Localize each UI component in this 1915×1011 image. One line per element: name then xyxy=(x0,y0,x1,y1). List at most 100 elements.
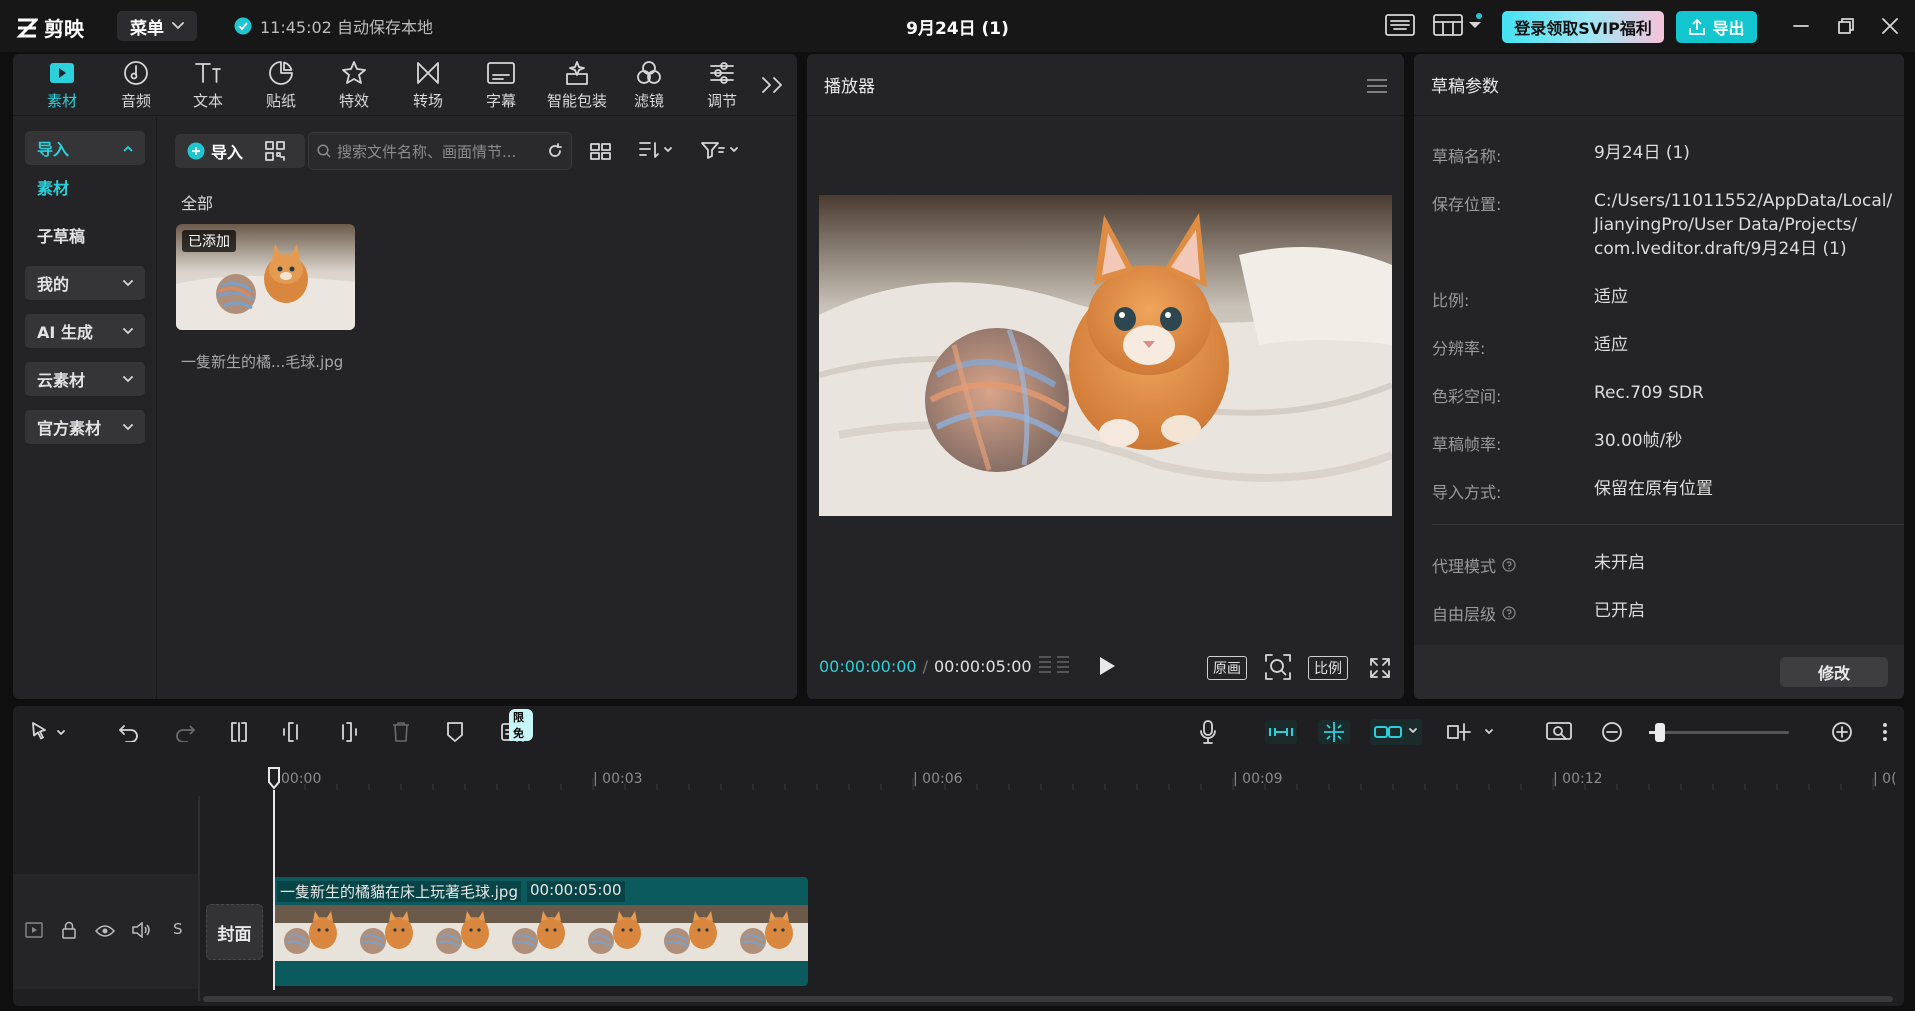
sticker-icon xyxy=(269,61,293,85)
timeline-scrollbar[interactable] xyxy=(203,996,1893,1002)
zoom-in-icon[interactable] xyxy=(1827,706,1857,758)
eye-icon[interactable] xyxy=(95,924,115,938)
restore-icon[interactable] xyxy=(1838,18,1854,34)
svip-promo-button[interactable]: 登录领取SVIP福利 xyxy=(1502,11,1664,43)
tab-audio[interactable]: 音频 xyxy=(101,60,171,114)
tab-transition[interactable]: 转场 xyxy=(393,60,463,114)
effects-icon xyxy=(342,61,366,84)
preview-axis-tool[interactable] xyxy=(1445,706,1499,758)
player-header: 播放器 xyxy=(807,54,1404,116)
volume-icon[interactable] xyxy=(131,922,151,938)
more-options-icon[interactable] xyxy=(1875,706,1895,758)
tab-media[interactable]: 素材 xyxy=(27,60,97,114)
sidebar-sub-draft[interactable]: 子草稿 xyxy=(25,218,145,252)
export-button[interactable]: 导出 xyxy=(1676,11,1757,43)
current-time: 00:00:00:00 xyxy=(819,657,917,676)
zoom-slider[interactable] xyxy=(1649,723,1789,742)
tab-text[interactable]: 文本 xyxy=(173,60,243,114)
plus-circle-icon xyxy=(187,142,205,160)
prop-value: 适应 xyxy=(1594,335,1628,355)
prop-value: Rec.709 SDR xyxy=(1594,383,1704,403)
tab-sticker[interactable]: 贴纸 xyxy=(246,60,316,114)
marker-icon[interactable] xyxy=(441,706,469,758)
chevron-down-icon xyxy=(123,327,133,334)
frame-grid-icon[interactable] xyxy=(1037,654,1071,678)
search-box[interactable]: 搜索文件名称、画面情节... xyxy=(308,132,572,170)
main-track-magnet-icon[interactable] xyxy=(1263,706,1299,758)
qr-import-icon[interactable] xyxy=(265,141,285,161)
auto-snap-icon[interactable] xyxy=(1316,706,1352,758)
sidebar-import[interactable]: 导入 xyxy=(25,131,145,165)
original-quality-button[interactable]: 原画 xyxy=(1207,656,1247,680)
trim-right-icon[interactable] xyxy=(333,706,361,758)
video-clip[interactable]: 一隻新生的橘貓在床上玩著毛球.jpg 00:00:05:00 xyxy=(273,877,808,986)
auto-caption-tool[interactable]: 限免 xyxy=(493,706,533,758)
view-mode-icon[interactable] xyxy=(590,142,612,160)
menu-label: 菜单 xyxy=(130,18,164,39)
tab-effects[interactable]: 特效 xyxy=(319,60,389,114)
close-icon[interactable] xyxy=(1882,18,1898,34)
help-icon[interactable] xyxy=(1502,606,1516,620)
menu-button[interactable]: 菜单 xyxy=(117,11,197,41)
select-tool[interactable] xyxy=(25,706,73,758)
minimize-icon[interactable] xyxy=(1793,18,1809,34)
more-tabs-icon[interactable] xyxy=(761,76,785,94)
linkage-tool[interactable] xyxy=(1369,706,1423,758)
sidebar-cloud[interactable]: 云素材 xyxy=(25,362,145,396)
import-button[interactable]: 导入 xyxy=(175,134,255,168)
ruler-tick: 00:00 xyxy=(281,771,322,787)
ruler-tick: | 00:12 xyxy=(1553,771,1603,787)
sidebar-ai[interactable]: AI 生成 xyxy=(25,314,145,348)
player-title: 播放器 xyxy=(824,77,875,97)
tab-label: 字幕 xyxy=(485,92,516,110)
chevron-down-icon xyxy=(123,375,133,382)
playhead-handle[interactable] xyxy=(267,766,281,790)
layout-icon[interactable] xyxy=(1433,13,1483,37)
prop-value: 9月24日 (1) xyxy=(1594,143,1690,163)
app-logo: 剪映 xyxy=(16,13,84,42)
filter-sort-icon[interactable] xyxy=(700,140,740,160)
redo-icon[interactable] xyxy=(171,706,199,758)
delete-icon[interactable] xyxy=(387,706,415,758)
sidebar-media[interactable]: 素材 xyxy=(25,170,145,204)
track-video-icon[interactable] xyxy=(25,922,43,938)
video-preview[interactable] xyxy=(819,195,1392,516)
play-icon[interactable] xyxy=(1097,655,1117,677)
solo-toggle[interactable]: S xyxy=(173,920,183,938)
section-all: 全部 xyxy=(181,194,214,213)
sidebar-official[interactable]: 官方素材 xyxy=(25,410,145,444)
tab-adjust[interactable]: 调节 xyxy=(687,60,757,114)
zoom-fit-icon[interactable] xyxy=(1264,653,1292,681)
transition-icon xyxy=(417,62,439,84)
free-layer-label: 自由层级 xyxy=(1432,601,1516,625)
media-item[interactable]: 已添加 xyxy=(176,224,355,330)
tab-smart-pack[interactable]: 智能包装 xyxy=(539,60,615,114)
undo-icon[interactable] xyxy=(115,706,143,758)
zoom-out-icon[interactable] xyxy=(1597,706,1627,758)
cover-button[interactable]: 封面 xyxy=(206,904,263,960)
fullscreen-icon[interactable] xyxy=(1369,657,1391,679)
tab-label: 音频 xyxy=(120,92,151,110)
aspect-ratio-button[interactable]: 比例 xyxy=(1308,656,1348,680)
refresh-icon[interactable] xyxy=(547,143,563,159)
text-icon xyxy=(195,63,221,83)
shortcuts-icon[interactable] xyxy=(1385,14,1415,36)
sidebar-mine[interactable]: 我的 xyxy=(25,266,145,300)
prop-label: 导入方式: xyxy=(1432,483,1502,502)
tab-caption[interactable]: 字幕 xyxy=(466,60,536,114)
link-icon xyxy=(1370,719,1422,745)
tab-filter[interactable]: 滤镜 xyxy=(614,60,684,114)
zoom-slider-thumb[interactable] xyxy=(1655,723,1666,742)
timeline-preview-icon[interactable] xyxy=(1543,706,1577,758)
tab-label: 贴纸 xyxy=(265,92,296,110)
autosave-status: 11:45:02 自动保存本地 xyxy=(234,14,433,38)
modify-button[interactable]: 修改 xyxy=(1780,657,1888,687)
trim-left-icon[interactable] xyxy=(279,706,307,758)
lock-icon[interactable] xyxy=(61,921,77,939)
hamburger-menu-icon[interactable] xyxy=(1366,78,1388,94)
sort-icon[interactable] xyxy=(638,140,674,160)
help-icon[interactable] xyxy=(1502,558,1516,572)
split-icon[interactable] xyxy=(225,706,253,758)
clip-filmstrip xyxy=(273,905,808,961)
microphone-icon[interactable] xyxy=(1193,706,1223,758)
